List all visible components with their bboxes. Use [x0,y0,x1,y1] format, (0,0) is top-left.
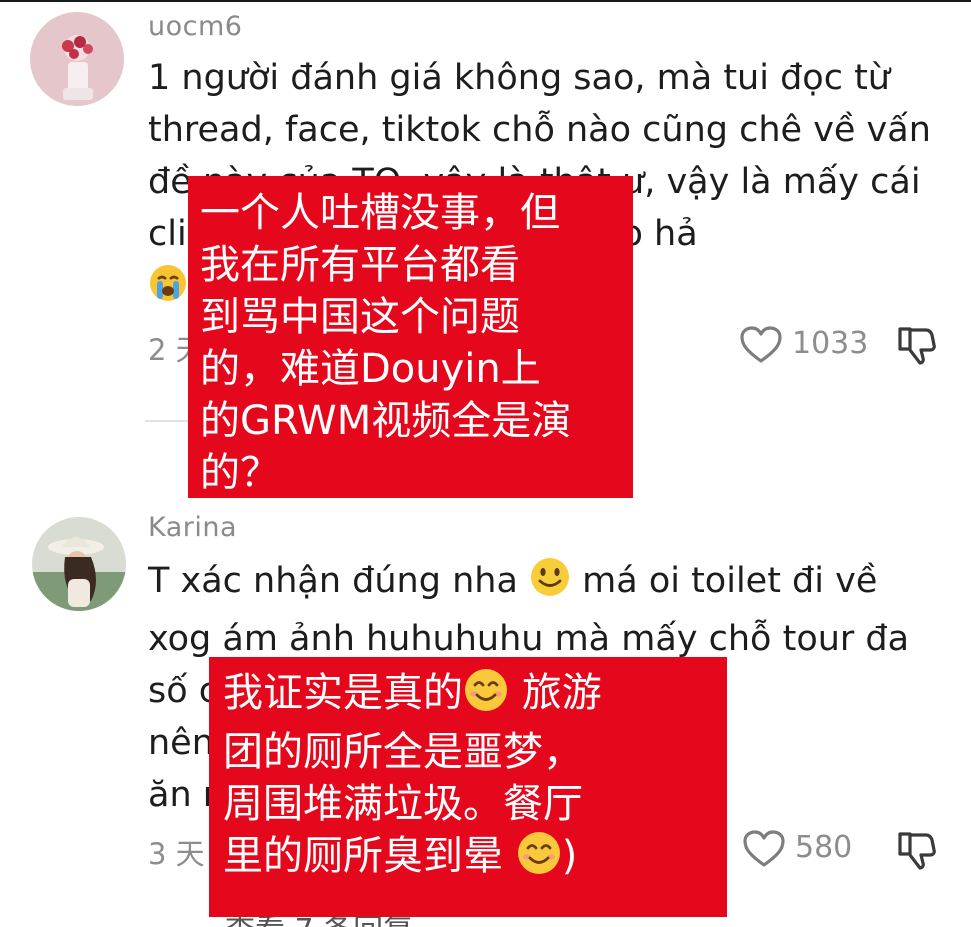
slightly-smiling-face-icon [529,556,571,613]
thumbs-down-icon[interactable] [896,829,936,871]
avatar-photo-flowers [30,12,124,106]
heart-icon[interactable] [739,325,783,365]
avatar[interactable] [30,12,124,106]
overlay-line: 旅游 [509,670,602,716]
translation-overlay: 一个人吐槽没事，但 我在所有平台都看 到骂中国这个问题 的，难道Douyin上 … [188,176,633,498]
crying-face-icon [148,263,188,318]
comment-username[interactable]: Karina [148,512,237,543]
overlay-line: 我证实是真的 [223,670,463,716]
comment-body-start: T xác nhận đúng nha [148,561,530,601]
like-count: 1033 [792,326,869,361]
translation-overlay: 我证实是真的 旅游 团的厕所全是噩梦， 周围堆满垃圾。餐厅 里的厕所臭到晕 ) [209,657,727,917]
smiling-face-icon [516,830,562,889]
heart-icon[interactable] [742,829,786,869]
overlay-tail: ) [561,833,578,879]
comment-username[interactable]: uocm6 [148,11,242,42]
smiling-face-icon [463,667,509,726]
like-count: 580 [795,830,853,865]
avatar[interactable] [32,517,126,611]
comment-time: 3 天 [148,837,205,871]
top-divider [0,0,971,2]
avatar-photo-woman-hat [32,517,126,611]
thumbs-down-icon[interactable] [896,324,936,366]
